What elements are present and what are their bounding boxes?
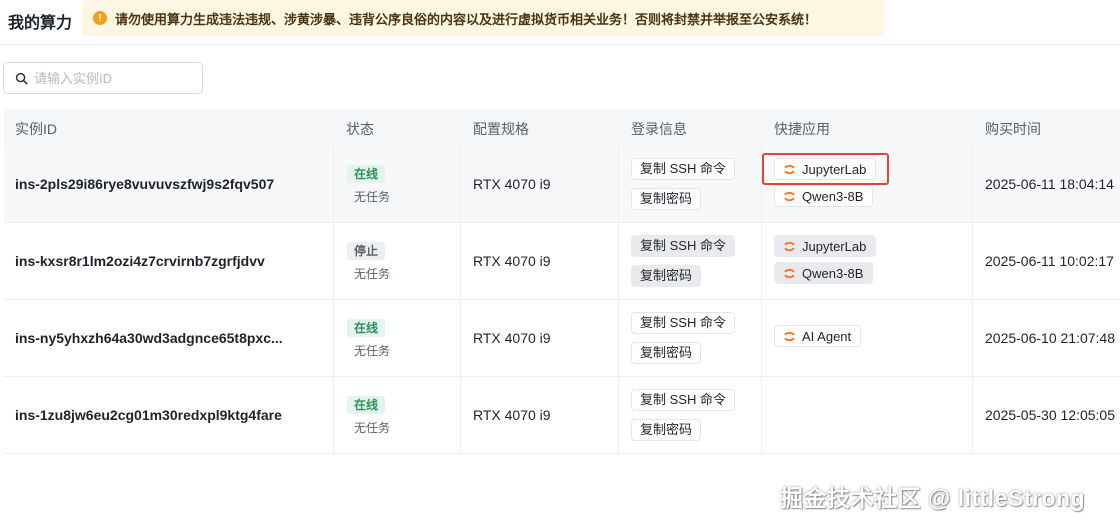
- jupyter-icon: [784, 241, 795, 251]
- app-button-qwen[interactable]: Qwen3-8B: [774, 185, 874, 207]
- search-input[interactable]: [34, 70, 184, 86]
- app-button-qwen[interactable]: Qwen3-8B: [774, 262, 874, 284]
- column-divider: [761, 223, 762, 299]
- app-label: Qwen3-8B: [802, 188, 864, 204]
- column-divider: [618, 300, 619, 376]
- purchase-time: 2025-05-30 12:05:05: [985, 407, 1115, 423]
- table-row: ins-ny5yhxzh64a30wd3adgnce65t8pxc... 在线 …: [4, 300, 1120, 377]
- copy-password-button[interactable]: 复制密码: [631, 265, 702, 287]
- purchase-time: 2025-06-10 21:07:48: [985, 330, 1115, 346]
- divider: [0, 44, 1120, 45]
- warning-icon: !: [93, 11, 107, 25]
- spec-text: RTX 4070 i9: [473, 407, 551, 423]
- table-row: ins-1zu8jw6eu2cg01m30redxpl9ktg4fare 在线 …: [4, 377, 1120, 454]
- instance-id: ins-2pls29i86rye8vuvuvszfwj9s2fqv507: [15, 176, 275, 192]
- column-divider: [618, 377, 619, 453]
- app-button-ai-agent[interactable]: AI Agent: [774, 325, 862, 347]
- app-label: Qwen3-8B: [802, 265, 864, 281]
- col-header-time: 购买时间: [985, 121, 1041, 137]
- task-status: 无任务: [354, 344, 391, 358]
- column-divider: [333, 377, 334, 453]
- search-box[interactable]: [3, 62, 203, 94]
- column-divider: [333, 223, 334, 299]
- warning-text: 请勿使用算力生成违法违规、涉黄涉暴、违背公序良俗的内容以及进行虚拟货币相关业务！…: [115, 11, 818, 27]
- jupyter-icon: [784, 331, 795, 341]
- watermark: 掘金技术社区 @ littleStrong: [780, 485, 1086, 511]
- copy-password-button[interactable]: 复制密码: [631, 419, 702, 441]
- spec-text: RTX 4070 i9: [473, 330, 551, 346]
- column-divider: [972, 300, 973, 376]
- col-header-id: 实例ID: [15, 121, 57, 137]
- column-divider: [460, 377, 461, 453]
- spec-text: RTX 4070 i9: [473, 253, 551, 269]
- copy-ssh-button[interactable]: 复制 SSH 命令: [631, 312, 735, 334]
- highlight-box: [762, 153, 889, 185]
- status-badge: 在线: [347, 319, 386, 337]
- jupyter-icon: [784, 191, 795, 201]
- app-button-jupyterlab[interactable]: JupyterLab: [774, 235, 877, 257]
- column-divider: [972, 146, 973, 222]
- instance-id: ins-ny5yhxzh64a30wd3adgnce65t8pxc...: [15, 330, 283, 346]
- status-badge: 停止: [347, 242, 386, 260]
- page-title: 我的算力: [8, 15, 73, 32]
- purchase-time: 2025-06-11 10:02:17: [985, 253, 1114, 269]
- app-label: AI Agent: [802, 328, 852, 344]
- top-bar: 我的算力 ! 请勿使用算力生成违法违规、涉黄涉暴、违背公序良俗的内容以及进行虚拟…: [0, 0, 1120, 40]
- column-divider: [761, 377, 762, 453]
- status-badge: 在线: [347, 396, 386, 414]
- column-divider: [972, 223, 973, 299]
- search-icon: [15, 72, 28, 84]
- col-header-spec: 配置规格: [473, 121, 529, 137]
- col-header-login: 登录信息: [631, 121, 687, 137]
- task-status: 无任务: [354, 421, 391, 435]
- instance-id: ins-1zu8jw6eu2cg01m30redxpl9ktg4fare: [15, 407, 282, 423]
- column-divider: [761, 300, 762, 376]
- copy-password-button[interactable]: 复制密码: [631, 342, 702, 364]
- column-divider: [618, 146, 619, 222]
- status-badge: 在线: [347, 165, 386, 183]
- table-header: 实例ID 状态 配置规格 登录信息 快捷应用 购买时间: [4, 109, 1120, 146]
- purchase-time: 2025-06-11 18:04:14: [985, 176, 1114, 192]
- copy-ssh-button[interactable]: 复制 SSH 命令: [631, 158, 735, 180]
- table-row: ins-2pls29i86rye8vuvuvszfwj9s2fqv507 在线 …: [4, 146, 1120, 223]
- task-status: 无任务: [354, 267, 391, 281]
- column-divider: [333, 146, 334, 222]
- column-divider: [460, 223, 461, 299]
- jupyter-icon: [784, 268, 795, 278]
- col-header-apps: 快捷应用: [774, 121, 830, 137]
- task-status: 无任务: [354, 190, 391, 204]
- copy-ssh-button[interactable]: 复制 SSH 命令: [631, 235, 735, 257]
- app-label: JupyterLab: [802, 238, 867, 254]
- copy-password-button[interactable]: 复制密码: [631, 188, 702, 210]
- col-header-status: 状态: [346, 121, 374, 137]
- column-divider: [333, 300, 334, 376]
- column-divider: [460, 300, 461, 376]
- spec-text: RTX 4070 i9: [473, 176, 551, 192]
- column-divider: [618, 223, 619, 299]
- warning-banner: ! 请勿使用算力生成违法违规、涉黄涉暴、违背公序良俗的内容以及进行虚拟货币相关业…: [82, 0, 884, 36]
- table-row: ins-kxsr8r1lm2ozi4z7crvirnb7zgrfjdvv 停止 …: [4, 223, 1120, 300]
- copy-ssh-button[interactable]: 复制 SSH 命令: [631, 389, 735, 411]
- column-divider: [460, 146, 461, 222]
- column-divider: [972, 377, 973, 453]
- instance-id: ins-kxsr8r1lm2ozi4z7crvirnb7zgrfjdvv: [15, 253, 265, 269]
- instance-table: 实例ID 状态 配置规格 登录信息 快捷应用 购买时间 ins-2pls29i8…: [4, 109, 1120, 454]
